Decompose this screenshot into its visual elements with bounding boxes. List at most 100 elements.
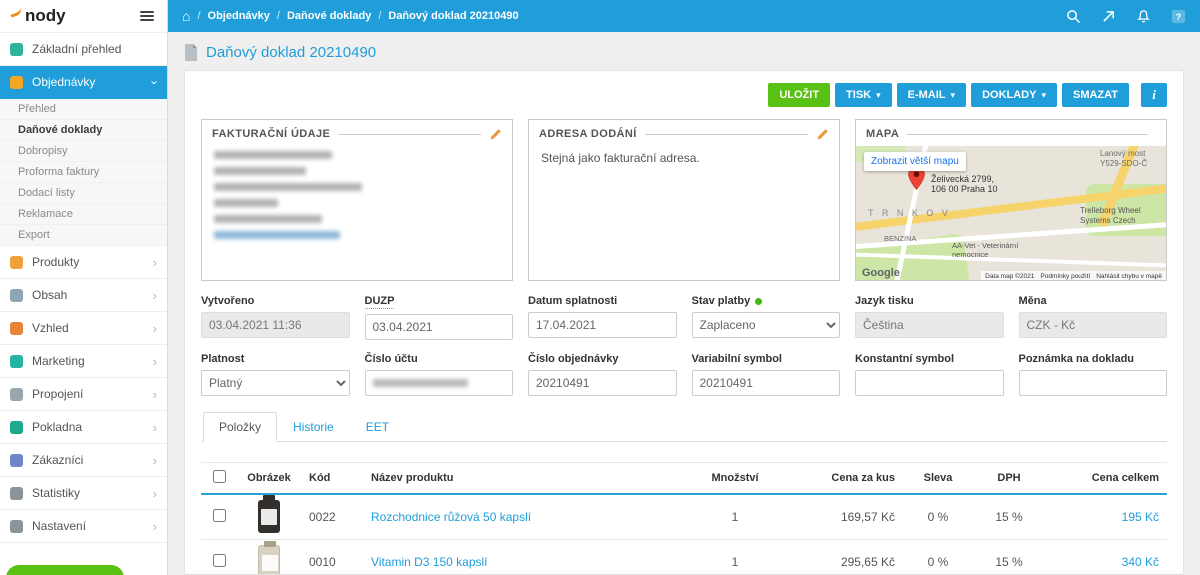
sidebar-item-obsah[interactable]: Obsah › <box>0 279 167 312</box>
google-logo[interactable]: Google <box>862 267 900 279</box>
edit-shipping-icon[interactable] <box>816 128 829 141</box>
save-button[interactable]: ULOŽIT <box>768 83 830 107</box>
sidebar-item-pokladna[interactable]: Pokladna › <box>0 411 167 444</box>
sidebar-item-zakaznici[interactable]: Zákazníci › <box>0 444 167 477</box>
help-icon[interactable]: ? <box>1171 9 1186 24</box>
total-price-link[interactable]: 340 Kč <box>1122 555 1159 569</box>
help-chat-button[interactable] <box>6 565 124 575</box>
sidebar-subitem-prehled[interactable]: Přehled <box>0 99 167 120</box>
edit-billing-icon[interactable] <box>489 128 502 141</box>
field-input-due-date[interactable] <box>528 312 677 338</box>
main-area: ⌂ /Objednávky/Daňové doklady/Daňový dokl… <box>168 0 1200 575</box>
documents-button[interactable]: DOKLADY▾ <box>971 83 1057 107</box>
topbar-icons: ? <box>1066 9 1186 24</box>
field-input-account-number[interactable] <box>365 370 514 396</box>
sidebar-item-statistiky[interactable]: Statistiky › <box>0 477 167 510</box>
chevron-right-icon: › <box>153 486 157 501</box>
sidebar-subitem-danove-doklady[interactable]: Daňové doklady <box>0 120 167 141</box>
field-input-payment-status[interactable]: Zaplaceno <box>692 312 841 338</box>
sidebar-subitem-export[interactable]: Export <box>0 225 167 246</box>
sidebar-item-marketing[interactable]: Marketing › <box>0 345 167 378</box>
breadcrumb-item[interactable]: Objednávky <box>208 10 270 22</box>
sidebar-subitem-proforma-faktury[interactable]: Proforma faktury <box>0 162 167 183</box>
map-report-link[interactable]: Nahlásit chybu v mapě <box>1096 273 1162 280</box>
breadcrumb-item[interactable]: Daňové doklady <box>287 10 371 22</box>
tab-polozky[interactable]: Položky <box>203 412 277 442</box>
row-checkbox[interactable] <box>213 509 226 522</box>
fields-grid: VytvořenoDUZPDatum splatnostiStav platby… <box>201 295 1167 396</box>
topbar: ⌂ /Objednávky/Daňové doklady/Daňový dokl… <box>168 0 1200 32</box>
billing-panel: FAKTURAČNÍ ÚDAJE <box>201 119 513 281</box>
field-input-invoice-note[interactable] <box>1019 370 1168 396</box>
field-label: Vytvořeno <box>201 295 350 307</box>
field-input-order-number[interactable] <box>528 370 677 396</box>
logo[interactable]: nody <box>10 6 66 26</box>
chevron-right-icon: › <box>153 420 157 435</box>
light-bottle <box>258 545 280 575</box>
sidebar-item-propojeni[interactable]: Propojení › <box>0 378 167 411</box>
sidebar-item-objednavky[interactable]: Objednávky › <box>0 66 167 99</box>
external-link-icon[interactable] <box>1101 9 1116 24</box>
tabs: PoložkyHistorieEET <box>201 412 1167 442</box>
quantity: 1 <box>679 494 791 539</box>
delete-button[interactable]: SMAZAT <box>1062 83 1129 107</box>
map-pin-address: Želivecká 2799, 106 00 Praha 10 <box>931 174 998 194</box>
field-input-duzp[interactable] <box>365 314 514 340</box>
product-link[interactable]: Vitamin D3 150 kapslí <box>371 555 488 569</box>
sidebar-item-zakladni-prehled[interactable]: Základní přehled › <box>0 33 167 66</box>
breadcrumb-item[interactable]: Daňový doklad 20210490 <box>388 10 518 22</box>
map-label-bridge: Lanový most Y529-SDO-Č <box>1100 149 1164 169</box>
caret-down-icon: ▾ <box>1041 90 1046 101</box>
menu-toggle-icon[interactable] <box>137 8 157 24</box>
sidebar-header: nody <box>0 0 167 33</box>
email-button[interactable]: E-MAIL▾ <box>897 83 966 107</box>
larger-map-link[interactable]: Zobrazit větší mapu <box>864 152 966 171</box>
field-label: Měna <box>1019 295 1168 307</box>
field-label: Stav platby <box>692 295 841 307</box>
google-map[interactable]: Lanový most Y529-SDO-Č T R N K O V BENZI… <box>856 146 1166 281</box>
billing-address-redacted <box>202 142 512 256</box>
tab-historie[interactable]: Historie <box>277 412 350 442</box>
blurred-text-line <box>214 151 332 159</box>
column-header: Množství <box>679 463 791 495</box>
field-input-variable-symbol[interactable] <box>692 370 841 396</box>
sidebar: nody Základní přehled › Objednávky › Pře… <box>0 0 168 575</box>
field-label: Jazyk tisku <box>855 295 1004 307</box>
total-price-link[interactable]: 195 Kč <box>1122 510 1159 524</box>
row-checkbox[interactable] <box>213 554 226 567</box>
toolbar-buttons: ULOŽITTISK▾E-MAIL▾DOKLADY▾SMAZAT <box>768 83 1129 107</box>
caret-down-icon: ▾ <box>876 90 881 101</box>
sidebar-subitem-dobropisy[interactable]: Dobropisy <box>0 141 167 162</box>
field-input-validity[interactable]: Platný <box>201 370 350 396</box>
field-input-constant-symbol[interactable] <box>855 370 1004 396</box>
info-button[interactable]: i <box>1141 83 1167 107</box>
column-header: Název produktu <box>363 463 679 495</box>
content: Daňový doklad 20210490 ULOŽITTISK▾E-MAIL… <box>168 32 1200 575</box>
home-icon[interactable]: ⌂ <box>182 8 190 24</box>
sidebar-subitem-reklamace[interactable]: Reklamace <box>0 204 167 225</box>
search-icon[interactable] <box>1066 9 1081 24</box>
integrations-icon <box>10 388 23 401</box>
print-button[interactable]: TISK▾ <box>835 83 892 107</box>
map-label-fuel: BENZINA <box>884 234 917 243</box>
select-all-checkbox[interactable] <box>213 470 226 483</box>
content-icon <box>10 289 23 302</box>
sidebar-item-produkty[interactable]: Produkty › <box>0 246 167 279</box>
sidebar-item-vzhled[interactable]: Vzhled › <box>0 312 167 345</box>
field-input-print-language <box>855 312 1004 338</box>
panels-row: FAKTURAČNÍ ÚDAJE <box>201 119 1167 281</box>
sidebar-subitem-dodaci-listy[interactable]: Dodací listy <box>0 183 167 204</box>
notifications-bell-icon[interactable] <box>1136 9 1151 24</box>
vat-rate: 15 % <box>973 494 1045 539</box>
tab-eet[interactable]: EET <box>350 412 405 442</box>
product-code: 0022 <box>301 494 363 539</box>
toolbar: ULOŽITTISK▾E-MAIL▾DOKLADY▾SMAZAT i <box>201 83 1167 107</box>
product-link[interactable]: Rozchodnice růžová 50 kapslí <box>371 510 531 524</box>
field-input-currency <box>1019 312 1168 338</box>
status-dot <box>755 298 762 305</box>
map-terms-link[interactable]: Podmínky použití <box>1040 273 1090 280</box>
chevron-right-icon: › <box>153 387 157 402</box>
discount: 0 % <box>903 494 973 539</box>
sidebar-item-nastaveni[interactable]: Nastavení › <box>0 510 167 543</box>
field-due-date: Datum splatnosti <box>528 295 677 340</box>
